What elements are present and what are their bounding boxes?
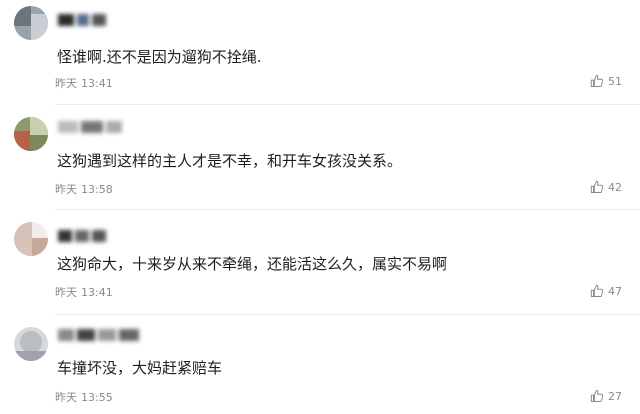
timestamp-day: 昨天 [55, 286, 77, 299]
like-count: 47 [608, 284, 622, 298]
username-blurred[interactable] [58, 14, 118, 28]
timestamp-day: 昨天 [55, 77, 77, 90]
timestamp-day: 昨天 [55, 391, 77, 404]
avatar[interactable] [14, 117, 48, 151]
like-button[interactable]: 42 [590, 180, 622, 194]
comment-text: 这狗命大，十来岁从来不牵绳，还能活这么久，属实不易啊 [57, 255, 448, 273]
like-button[interactable]: 47 [590, 284, 622, 298]
like-count: 51 [608, 74, 622, 88]
comment-item: 车撞坏没，大妈赶紧赔车 昨天 13:55 27 [0, 315, 640, 414]
username-blurred[interactable] [58, 329, 146, 343]
comment-text: 这狗遇到这样的主人才是不幸，和开车女孩没关系。 [57, 152, 403, 170]
comment-timestamp: 昨天 13:55 [55, 389, 113, 405]
comment-item: 怪谁啊.还不是因为遛狗不拴绳. 昨天 13:41 51 [0, 0, 640, 104]
timestamp-time: 13:55 [81, 391, 113, 404]
like-count: 27 [608, 389, 622, 403]
comment-timestamp: 昨天 13:58 [55, 181, 113, 197]
comment-item: 这狗遇到这样的主人才是不幸，和开车女孩没关系。 昨天 13:58 42 [0, 105, 640, 209]
comment-item: 这狗命大，十来岁从来不牵绳，还能活这么久，属实不易啊 昨天 13:41 47 [0, 210, 640, 314]
timestamp-time: 13:58 [81, 183, 113, 196]
timestamp-time: 13:41 [81, 77, 113, 90]
username-blurred[interactable] [58, 121, 138, 135]
comment-timestamp: 昨天 13:41 [55, 75, 113, 91]
timestamp-time: 13:41 [81, 286, 113, 299]
thumbs-up-icon [590, 389, 604, 402]
thumbs-up-icon [590, 74, 604, 87]
comment-text: 怪谁啊.还不是因为遛狗不拴绳. [57, 48, 262, 66]
like-button[interactable]: 51 [590, 74, 622, 88]
avatar[interactable] [14, 6, 48, 40]
like-count: 42 [608, 180, 622, 194]
thumbs-up-icon [590, 284, 604, 297]
timestamp-day: 昨天 [55, 183, 77, 196]
thumbs-up-icon [590, 180, 604, 193]
like-button[interactable]: 27 [590, 389, 622, 403]
comment-timestamp: 昨天 13:41 [55, 284, 113, 300]
comment-text: 车撞坏没，大妈赶紧赔车 [57, 359, 223, 377]
username-blurred[interactable] [58, 230, 124, 244]
avatar[interactable] [14, 222, 48, 256]
avatar[interactable] [14, 327, 48, 361]
